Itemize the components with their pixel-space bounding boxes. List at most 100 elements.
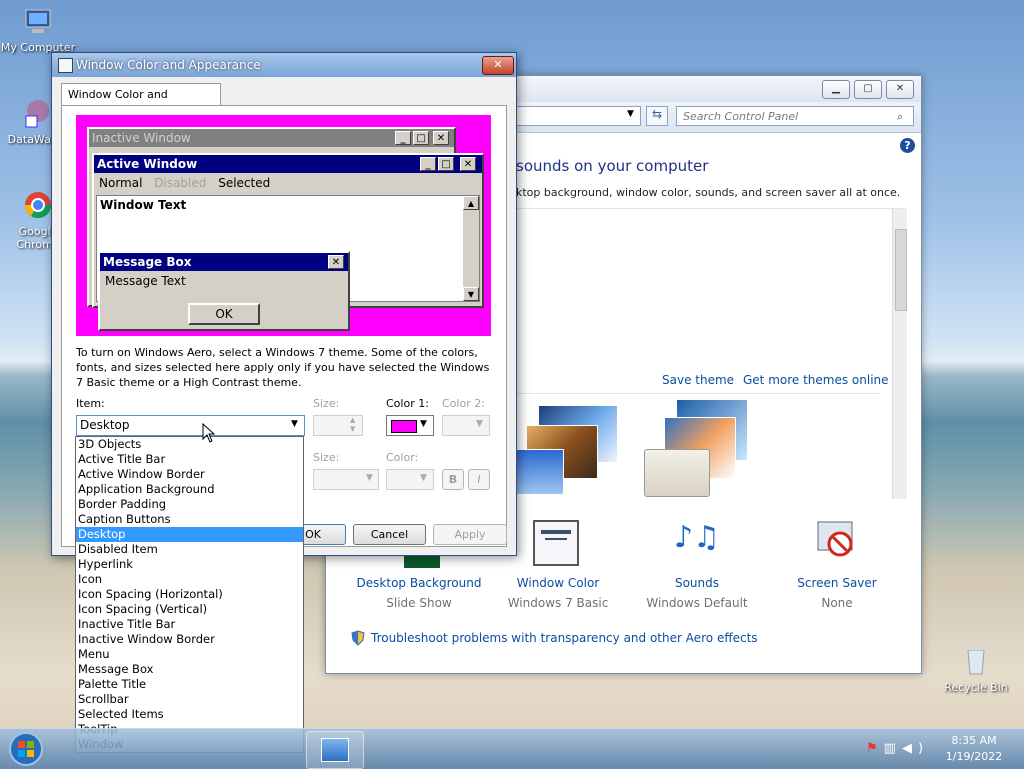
color2-label: Color 2:: [442, 397, 485, 410]
color1-swatch: [391, 420, 417, 433]
themes-scrollbar[interactable]: [892, 209, 907, 499]
search-icon: ⌕: [897, 110, 904, 123]
dropdown-option[interactable]: Icon Spacing (Horizontal): [76, 587, 303, 602]
dialog-titlebar[interactable]: Window Color and Appearance ✕: [52, 53, 516, 77]
item-dropdown[interactable]: Desktop ▼: [76, 415, 305, 436]
system-clock[interactable]: 8:35 AM 1/19/2022: [940, 733, 1008, 765]
font-color-label: Color:: [386, 451, 419, 464]
dropdown-option[interactable]: Active Title Bar: [76, 452, 303, 467]
close-button[interactable]: ✕: [886, 80, 914, 99]
dropdown-option[interactable]: Scrollbar: [76, 692, 303, 707]
dropdown-option[interactable]: Icon: [76, 572, 303, 587]
theme-thumbnail[interactable]: [516, 399, 620, 499]
item-label: Item:: [76, 397, 105, 410]
theme-thumbnail[interactable]: [636, 399, 748, 499]
dialog-close-button[interactable]: ✕: [482, 56, 514, 75]
recycle-bin-icon: [938, 644, 1014, 679]
screen-saver-icon: [814, 520, 858, 560]
desktop-icon-label: Recycle Bin: [944, 681, 1008, 694]
preview-maximize-icon: □: [438, 157, 454, 171]
color2-picker[interactable]: ▼: [442, 415, 490, 436]
preview-message-box: Message Box ✕ Message Text OK: [98, 251, 350, 331]
mouse-cursor-icon: [202, 422, 216, 443]
dropdown-option[interactable]: Inactive Title Bar: [76, 617, 303, 632]
tile-screen-saver[interactable]: Screen Saver None: [772, 521, 902, 614]
minimize-button[interactable]: ▁: [822, 80, 850, 99]
apply-button[interactable]: Apply: [433, 524, 507, 545]
start-button[interactable]: [4, 729, 48, 769]
desktop-icon-recycle-bin[interactable]: Recycle Bin: [938, 644, 1014, 694]
font-color-picker[interactable]: ▼: [386, 469, 434, 490]
font-size-label: Size:: [313, 451, 340, 464]
dropdown-option[interactable]: Palette Title: [76, 677, 303, 692]
help-icon[interactable]: ?: [900, 138, 915, 153]
preview-maximize-icon: □: [413, 131, 429, 145]
maximize-button[interactable]: ▢: [854, 80, 882, 99]
tile-sounds[interactable]: ♪♫ Sounds Windows Default: [632, 520, 762, 614]
color1-picker[interactable]: ▼: [386, 415, 434, 436]
taskbar-control-panel[interactable]: [306, 731, 364, 769]
dropdown-option[interactable]: Caption Buttons: [76, 512, 303, 527]
chevron-down-icon: ▼: [291, 419, 298, 429]
dropdown-option[interactable]: Message Box: [76, 662, 303, 677]
tray-icons[interactable]: ⚑▥◀): [866, 741, 929, 756]
chevron-down-icon: ▼: [476, 419, 483, 429]
refresh-icon[interactable]: ⇆: [646, 106, 668, 126]
shield-icon: [350, 630, 366, 646]
preview-minimize-icon: _: [395, 131, 411, 145]
scrollbar-thumb[interactable]: [895, 229, 907, 311]
divider: [516, 393, 880, 394]
dropdown-option[interactable]: Desktop: [76, 527, 303, 542]
dropdown-option[interactable]: Disabled Item: [76, 542, 303, 557]
dropdown-option[interactable]: Icon Spacing (Vertical): [76, 602, 303, 617]
address-dropdown-icon[interactable]: ▼: [627, 109, 634, 119]
sounds-icon: ♪♫: [674, 520, 721, 555]
page-subtext: ktop background, window color, sounds, a…: [516, 186, 901, 199]
page-heading: sounds on your computer: [516, 157, 709, 175]
preview-minimize-icon: _: [420, 157, 436, 171]
get-more-themes-link[interactable]: Get more themes online: [743, 373, 889, 387]
appearance-preview: Inactive Window _ □ ✕ Active Window _ □ …: [76, 115, 491, 336]
computer-icon: [0, 8, 76, 39]
taskbar: ⚑▥◀) 8:35 AM 1/19/2022: [0, 728, 1024, 769]
preview-menubar: Normal Disabled Selected: [99, 176, 271, 190]
italic-button[interactable]: I: [468, 469, 490, 490]
desktop-icon-my-computer[interactable]: My Computer: [0, 8, 76, 54]
network-icon: ▥: [883, 741, 902, 756]
save-theme-link[interactable]: Save theme: [662, 373, 734, 387]
window-color-icon: [533, 520, 579, 566]
chevron-down-icon: ▼: [420, 473, 427, 483]
preview-ok-button: OK: [188, 303, 260, 325]
dropdown-option[interactable]: Active Window Border: [76, 467, 303, 482]
troubleshoot-link[interactable]: Troubleshoot problems with transparency …: [371, 631, 758, 645]
tab-window-color-appearance[interactable]: Window Color and Appearance: [61, 83, 221, 123]
color1-label: Color 1:: [386, 397, 429, 410]
control-panel-icon: [321, 738, 349, 762]
cancel-button[interactable]: Cancel: [353, 524, 426, 545]
volume-icon: ◀): [901, 741, 930, 756]
chevron-down-icon: ▼: [366, 473, 373, 483]
dialog-title: Window Color and Appearance: [76, 58, 261, 72]
aero-description: To turn on Windows Aero, select a Window…: [76, 346, 490, 389]
themes-gallery: Save theme Get more themes online: [516, 208, 907, 499]
dropdown-option[interactable]: Inactive Window Border: [76, 632, 303, 647]
dropdown-option[interactable]: Application Background: [76, 482, 303, 497]
stepper-arrows-icon: ▲ ▼: [350, 416, 356, 433]
search-input[interactable]: Search Control Panel ⌕: [676, 106, 914, 126]
preview-close-icon: ✕: [328, 255, 344, 269]
action-center-icon: ⚑: [866, 741, 884, 756]
dropdown-option[interactable]: Hyperlink: [76, 557, 303, 572]
dropdown-option[interactable]: Menu: [76, 647, 303, 662]
chevron-down-icon: ▼: [420, 419, 427, 429]
font-size-dropdown[interactable]: ▼: [313, 469, 379, 490]
dropdown-option[interactable]: 3D Objects: [76, 437, 303, 452]
preview-close-icon: ✕: [460, 157, 476, 171]
size-stepper[interactable]: ▲ ▼: [313, 415, 363, 436]
item-dropdown-list[interactable]: 3D Objects Active Title Bar Active Window …: [75, 436, 304, 753]
bold-button[interactable]: B: [442, 469, 464, 490]
preview-messagebox-titlebar: Message Box ✕: [100, 253, 348, 271]
dropdown-option[interactable]: Border Padding: [76, 497, 303, 512]
preview-inactive-titlebar: Inactive Window _ □ ✕: [89, 129, 454, 147]
preview-scroll-down-icon: ▼: [463, 287, 479, 301]
dropdown-option[interactable]: Selected Items: [76, 707, 303, 722]
